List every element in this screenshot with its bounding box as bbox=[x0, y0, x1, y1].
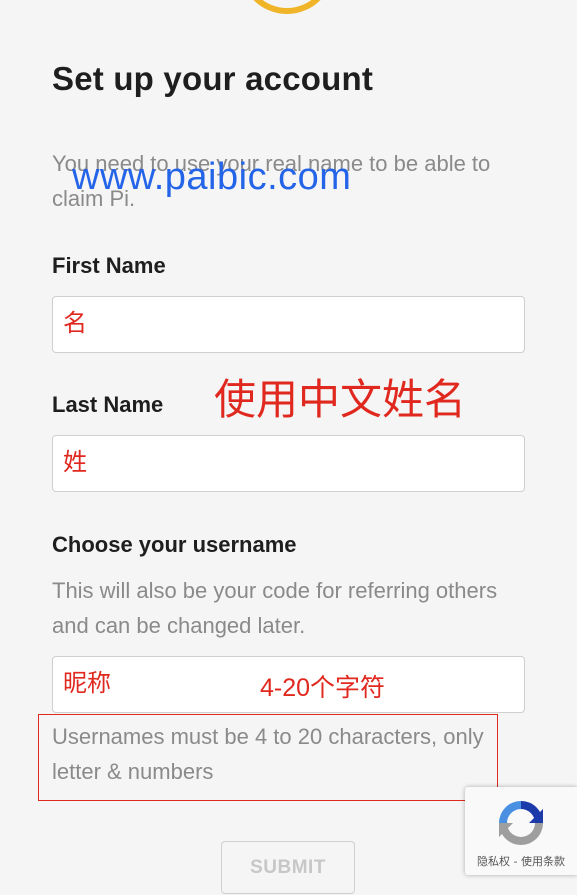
recaptcha-icon bbox=[499, 801, 543, 845]
username-description: This will also be your code for referrin… bbox=[52, 578, 498, 638]
recaptcha-privacy-terms-links[interactable]: 隐私权 - 使用条款 bbox=[465, 853, 577, 869]
username-label: Choose your username bbox=[52, 532, 297, 557]
username-requirement: Usernames must be 4 to 20 characters, on… bbox=[52, 724, 484, 784]
annotation-use-chinese-name: 使用中文姓名 bbox=[214, 376, 467, 423]
last-name-label: Last Name bbox=[52, 392, 164, 417]
annotation-char-limit: 4-20个字符 bbox=[260, 674, 386, 702]
page-title: Set up your account bbox=[52, 60, 374, 97]
watermark: www.paibic.com bbox=[72, 156, 352, 198]
pi-logo-partial bbox=[240, 0, 334, 14]
recaptcha-badge[interactable]: 隐私权 - 使用条款 bbox=[465, 787, 577, 875]
submit-button[interactable]: SUBMIT bbox=[221, 841, 355, 894]
first-name-input[interactable]: 名 bbox=[52, 296, 525, 353]
last-name-input[interactable]: 姓 bbox=[52, 435, 525, 492]
first-name-label: First Name bbox=[52, 253, 166, 278]
